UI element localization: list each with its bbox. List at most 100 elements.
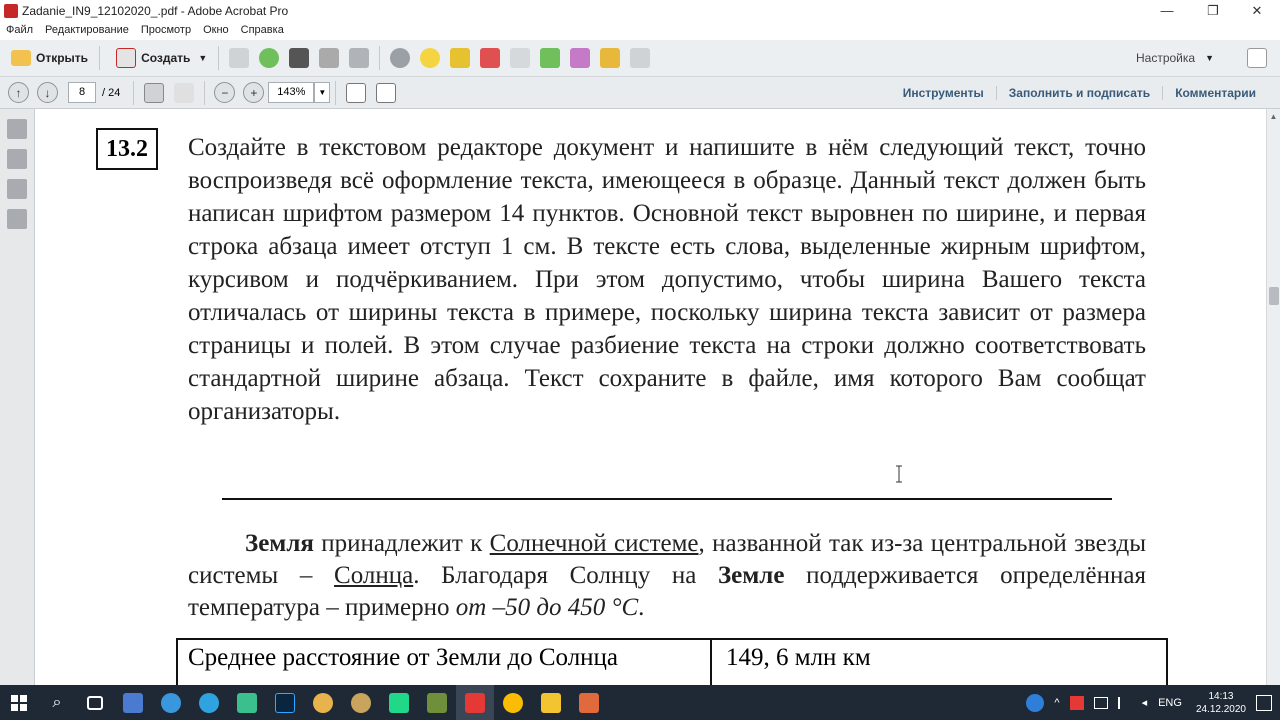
page-total: / 24 [102, 86, 121, 99]
underlined-phrase: Солнечной системе [489, 530, 699, 557]
menu-view[interactable]: Просмотр [141, 24, 191, 36]
search-button[interactable]: ⌕ [38, 685, 76, 720]
chevron-down-icon: ▼ [198, 53, 208, 63]
task-view-icon [87, 695, 103, 710]
zoom-out-icon[interactable]: − [214, 82, 236, 103]
taskbar-app[interactable] [266, 685, 304, 720]
clock-date: 24.12.2020 [1195, 703, 1246, 715]
redact-icon[interactable] [480, 48, 501, 68]
menu-window[interactable]: Окно [203, 24, 229, 36]
telegram-icon [199, 692, 219, 713]
expand-icon[interactable] [1247, 48, 1267, 68]
taskbar-app[interactable] [190, 685, 228, 720]
attachments-icon[interactable] [7, 179, 27, 199]
menu-help[interactable]: Справка [241, 24, 284, 36]
zoom-input[interactable]: 143% [268, 82, 315, 103]
maximize-button[interactable]: ❐ [1190, 0, 1236, 21]
sample-paragraph: Земля принадлежит к Солнечной системе, н… [188, 528, 1146, 624]
taskbar-app[interactable] [342, 685, 380, 720]
search-icon: ⌕ [52, 693, 62, 711]
text-run: . Благодаря Солнцу на [413, 562, 718, 589]
edit-icon[interactable] [319, 48, 340, 68]
zoom-in-icon[interactable]: + [243, 82, 265, 103]
help-icon[interactable] [1026, 693, 1045, 712]
tray-app-icon[interactable] [1069, 695, 1084, 710]
title-bar: Zadanie_IN9_12102020_.pdf - Adobe Acroba… [0, 0, 1280, 21]
settings-dropdown[interactable]: Настройка ▼ [1130, 44, 1220, 72]
scroll-up-icon[interactable]: ▲ [1267, 112, 1280, 121]
bookmarks-icon[interactable] [7, 149, 27, 169]
notifications-icon[interactable] [1256, 694, 1272, 711]
app-icon [161, 692, 181, 713]
bold-word: Земля [245, 530, 314, 557]
pages-icon[interactable] [7, 119, 27, 139]
photoshop-icon [275, 692, 295, 713]
hand-tool-icon[interactable] [174, 82, 195, 103]
task-pane-links: Инструменты Заполнить и подписать Коммен… [891, 77, 1268, 109]
taskbar-app[interactable] [114, 685, 152, 720]
next-page-icon[interactable]: ↓ [37, 82, 58, 103]
signatures-icon[interactable] [7, 209, 27, 229]
chevron-down-icon[interactable]: ▼ [314, 82, 331, 103]
network-icon[interactable] [1117, 696, 1132, 709]
fit-page-icon[interactable] [346, 82, 367, 103]
toolbar-separator [99, 46, 101, 70]
save-icon[interactable] [229, 48, 250, 68]
file-explorer-icon [541, 692, 561, 713]
comment-icon[interactable] [420, 48, 441, 68]
taskbar-app[interactable] [380, 685, 418, 720]
menu-edit[interactable]: Редактирование [45, 24, 129, 36]
create-button[interactable]: Создать ▼ [105, 44, 213, 72]
task-number: 13.2 [96, 128, 158, 170]
form-icon[interactable] [570, 48, 591, 68]
language-indicator[interactable]: ENG [1158, 697, 1182, 709]
open-button[interactable]: Открыть [0, 44, 94, 72]
close-button[interactable]: ✕ [1234, 0, 1280, 21]
print-icon[interactable] [289, 48, 310, 68]
chevron-up-icon[interactable]: ^ [1054, 697, 1059, 709]
export-icon[interactable] [540, 48, 561, 68]
taskbar-app[interactable] [152, 685, 190, 720]
divider-line [222, 498, 1112, 500]
taskbar-app-active[interactable] [456, 685, 494, 720]
taskbar-app[interactable] [570, 685, 608, 720]
text-cursor-icon [896, 465, 902, 483]
upload-icon[interactable] [259, 48, 280, 68]
compare-icon[interactable] [600, 48, 621, 68]
text-run: . [638, 594, 645, 621]
info-table: Среднее расстояние от Земли до Солнца 14… [176, 638, 1168, 685]
ocr-icon[interactable] [510, 48, 531, 68]
vertical-scrollbar[interactable]: ▲ [1266, 109, 1280, 685]
tools-link[interactable]: Инструменты [891, 86, 996, 100]
minimize-button[interactable]: — [1144, 0, 1190, 21]
folder-icon [11, 50, 31, 66]
email-icon[interactable] [349, 48, 370, 68]
prev-page-icon[interactable]: ↑ [8, 82, 29, 103]
fill-sign-link[interactable]: Заполнить и подписать [995, 86, 1162, 100]
system-tray: ^ ◂ ENG 14:13 24.12.2020 [1021, 685, 1280, 720]
taskbar-app[interactable] [532, 685, 570, 720]
taskbar-app[interactable] [304, 685, 342, 720]
pycharm-icon [389, 692, 409, 713]
select-tool-icon[interactable] [144, 82, 165, 103]
scroll-thumb[interactable] [1269, 287, 1279, 305]
taskbar: ⌕ ^ ◂ ENG 14:13 24.12.2020 [0, 685, 1280, 720]
customize-icon[interactable] [630, 48, 651, 68]
create-label: Создать [141, 51, 191, 65]
acrobat-icon [465, 692, 485, 713]
sign-icon[interactable] [450, 48, 471, 68]
document-page: 13.2 Создайте в текстовом редакторе доку… [36, 109, 1266, 685]
taskbar-app[interactable] [418, 685, 456, 720]
battery-icon[interactable] [1093, 696, 1108, 709]
volume-icon[interactable]: ◂ [1142, 696, 1148, 709]
gear-icon[interactable] [390, 48, 411, 68]
clock[interactable]: 14:13 24.12.2020 [1196, 690, 1246, 716]
page-number-input[interactable]: 8 [68, 82, 96, 103]
start-button[interactable] [0, 685, 38, 720]
task-view-button[interactable] [76, 685, 114, 720]
fullscreen-icon[interactable] [376, 82, 397, 103]
taskbar-app[interactable] [494, 685, 532, 720]
taskbar-app[interactable] [228, 685, 266, 720]
comments-link[interactable]: Комментарии [1162, 86, 1268, 100]
menu-file[interactable]: Файл [6, 24, 33, 36]
